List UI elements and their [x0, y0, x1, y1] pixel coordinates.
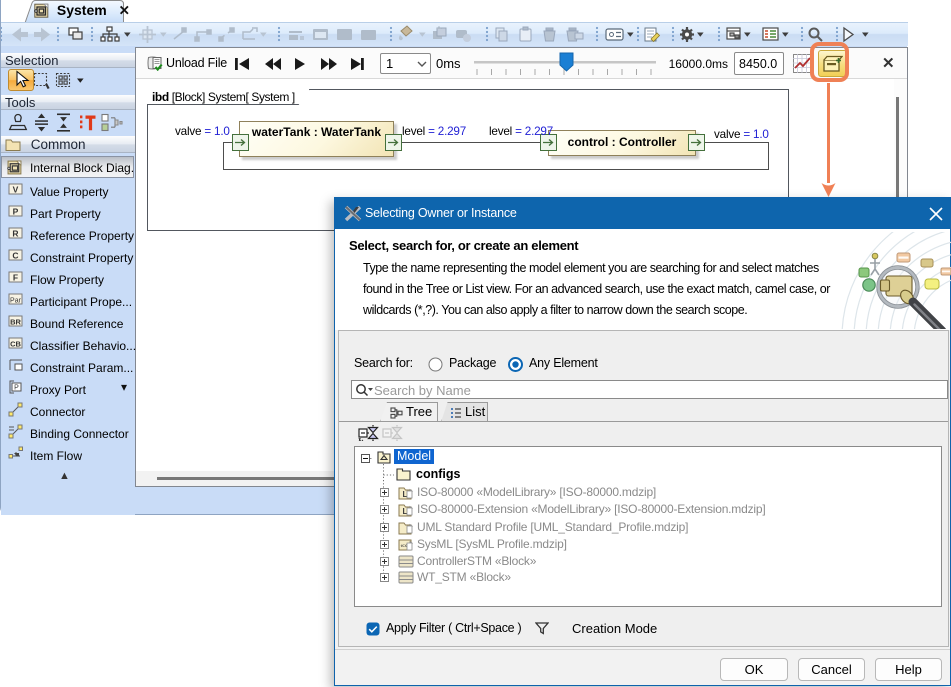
svg-text:R: R [12, 229, 18, 239]
svg-text:C: C [12, 251, 18, 261]
svg-text:P: P [14, 385, 19, 392]
svg-text:BR: BR [10, 318, 21, 327]
svg-text:P: P [13, 207, 19, 217]
svg-text:F: F [13, 273, 18, 283]
svg-text:CB: CB [10, 340, 21, 349]
svg-text:Par: Par [10, 298, 22, 305]
svg-text:V: V [13, 185, 19, 195]
